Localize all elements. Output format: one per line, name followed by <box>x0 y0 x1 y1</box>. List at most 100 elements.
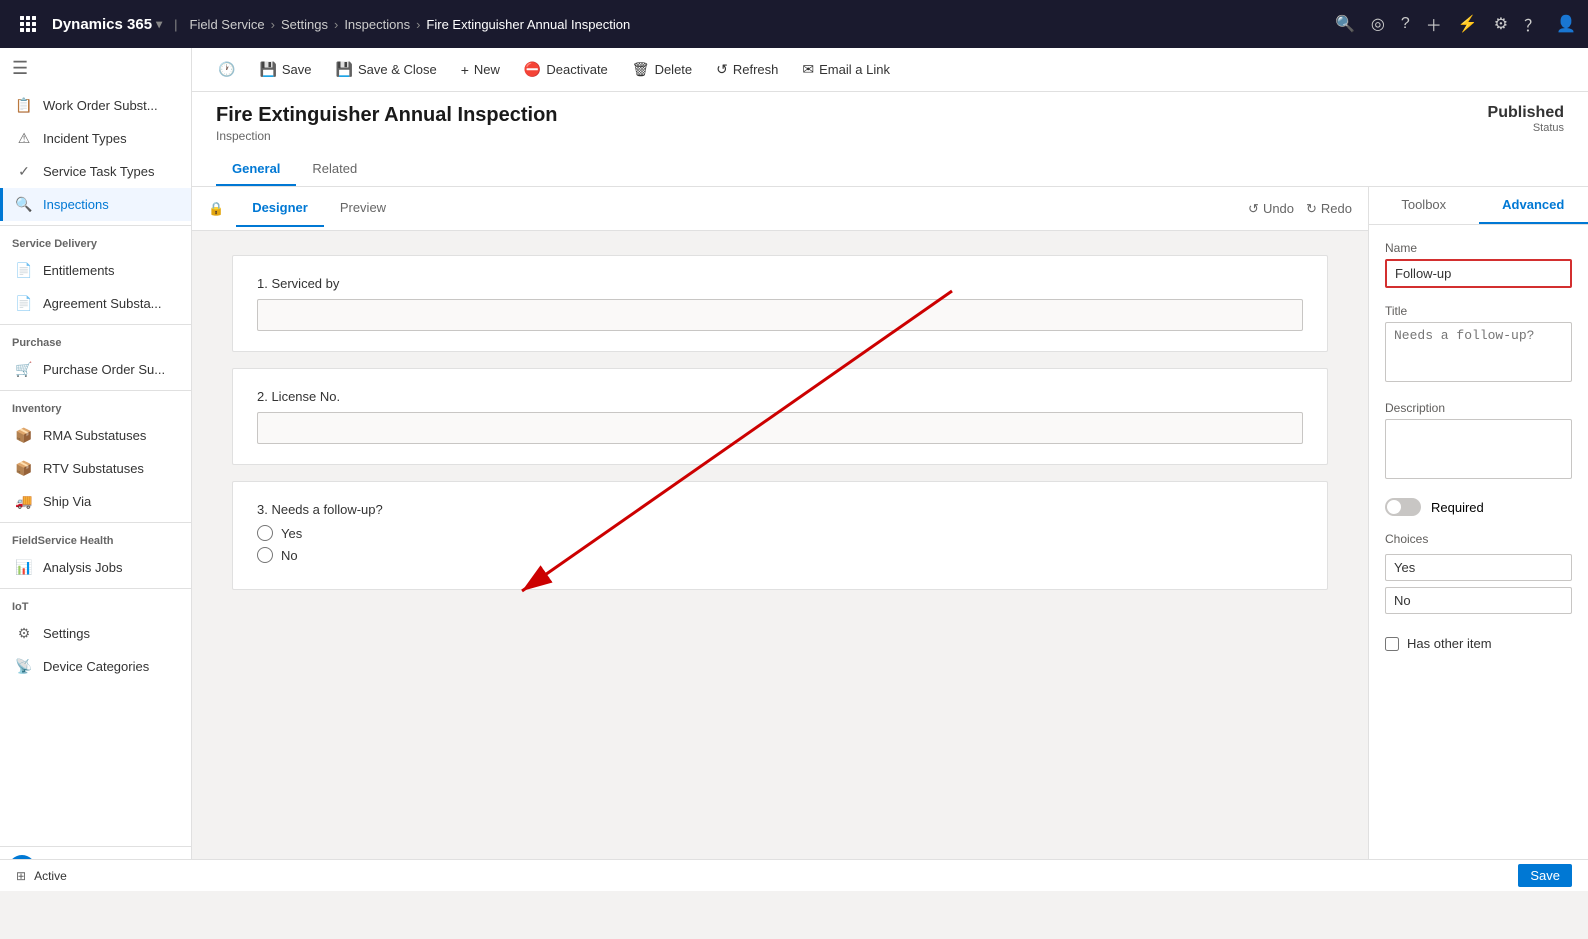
sidebar-item-inspections[interactable]: 🔍 Inspections <box>0 188 191 221</box>
form-title-area: Fire Extinguisher Annual Inspection Insp… <box>216 104 558 143</box>
has-other-item-label: Has other item <box>1407 636 1492 651</box>
sidebar-item-settings[interactable]: ⚙ Settings <box>0 617 191 650</box>
sidebar-divider <box>0 522 191 523</box>
top-navigation: Dynamics 365 ▾ | Field Service › Setting… <box>0 0 1588 48</box>
sidebar-label: Ship Via <box>43 494 91 509</box>
save-button[interactable]: 💾 Save <box>249 55 321 84</box>
question-block-3: 3. Needs a follow-up? Yes No <box>232 481 1328 590</box>
required-toggle[interactable] <box>1385 498 1421 516</box>
sidebar-item-ship-via[interactable]: 🚚 Ship Via <box>0 485 191 518</box>
tab-preview[interactable]: Preview <box>324 190 402 227</box>
sidebar-item[interactable]: 📋 Work Order Subst... <box>0 89 191 122</box>
new-button[interactable]: + New <box>451 56 510 84</box>
section-header-purchase[interactable]: Purchase <box>0 329 191 353</box>
form-tabs: General Related <box>216 153 1564 186</box>
filter-icon[interactable]: ⚡ <box>1458 14 1478 34</box>
entitlements-icon: 📄 <box>15 262 33 279</box>
radio-yes-input[interactable] <box>257 525 273 541</box>
question-2-label: 2. License No. <box>257 389 1303 404</box>
tab-related[interactable]: Related <box>296 153 373 186</box>
field-group-name: Name <box>1385 241 1572 288</box>
refresh-button[interactable]: ↺ Refresh <box>706 55 788 84</box>
plus-icon[interactable]: ＋ <box>1426 12 1442 36</box>
breadcrumb-settings[interactable]: Settings <box>281 17 328 32</box>
search-icon[interactable]: 🔍 <box>1335 14 1355 34</box>
sidebar-label: Analysis Jobs <box>43 560 122 575</box>
field-group-description: Description <box>1385 401 1572 482</box>
target-icon[interactable]: ◎ <box>1371 14 1385 34</box>
form-canvas: 1. Serviced by 2. License No. 3. Needs a… <box>192 231 1368 891</box>
chevron-down-icon: ▾ <box>156 17 162 31</box>
required-toggle-row: Required <box>1385 498 1572 516</box>
designer-area: 🔒 Designer Preview ↺ Undo ↻ Redo 1. Serv… <box>192 187 1588 891</box>
section-header-fieldservice-health[interactable]: FieldService Health <box>0 527 191 551</box>
status-bar-save-button[interactable]: Save <box>1518 864 1572 887</box>
sidebar-toggle[interactable]: ☰ <box>0 48 191 89</box>
sidebar-label: Purchase Order Su... <box>43 362 165 377</box>
history-button[interactable]: 🕐 <box>208 55 245 84</box>
redo-button[interactable]: ↻ Redo <box>1306 201 1352 217</box>
choice-yes-input[interactable] <box>1385 554 1572 581</box>
sidebar-item-rma[interactable]: 📦 RMA Substatuses <box>0 419 191 452</box>
agreement-icon: 📄 <box>15 295 33 312</box>
delete-button[interactable]: 🗑 Delete <box>622 55 702 84</box>
section-header-service-delivery[interactable]: Service Delivery <box>0 230 191 254</box>
email-link-button[interactable]: ✉ Email a Link <box>792 55 900 84</box>
waffle-menu[interactable] <box>12 8 44 40</box>
toolbox-tab-toolbox[interactable]: Toolbox <box>1369 187 1479 224</box>
sidebar-item-rtv[interactable]: 📦 RTV Substatuses <box>0 452 191 485</box>
deactivate-button[interactable]: ⛔ Deactivate <box>514 55 618 84</box>
analysis-icon: 📊 <box>15 559 33 576</box>
sidebar-label: Agreement Substa... <box>43 296 162 311</box>
title-field-input[interactable] <box>1385 322 1572 382</box>
status-label: Published <box>1488 104 1564 122</box>
save-close-button[interactable]: 💾 Save & Close <box>326 55 447 84</box>
toolbox-tabs: Toolbox Advanced <box>1369 187 1588 225</box>
choice-no-input[interactable] <box>1385 587 1572 614</box>
description-field-input[interactable] <box>1385 419 1572 479</box>
sub-tab-bar: 🔒 Designer Preview ↺ Undo ↻ Redo <box>192 187 1368 231</box>
form-status: Published Status <box>1488 104 1564 134</box>
designer-canvas-wrapper: 🔒 Designer Preview ↺ Undo ↻ Redo 1. Serv… <box>192 187 1368 891</box>
radio-option-no: No <box>257 547 1303 563</box>
toolbox-tab-advanced[interactable]: Advanced <box>1479 187 1588 224</box>
question-block-1: 1. Serviced by <box>232 255 1328 352</box>
has-other-item-checkbox[interactable] <box>1385 637 1399 651</box>
breadcrumb-field-service[interactable]: Field Service <box>190 17 265 32</box>
sidebar-item-purchase[interactable]: 🛒 Purchase Order Su... <box>0 353 191 386</box>
description-field-label: Description <box>1385 401 1572 415</box>
breadcrumb-inspections[interactable]: Inspections <box>344 17 410 32</box>
sidebar: ☰ 📋 Work Order Subst... ⚠ Incident Types… <box>0 48 192 891</box>
user-icon[interactable]: 👤 <box>1556 14 1576 34</box>
status-sublabel: Status <box>1488 122 1564 134</box>
sidebar-item-analysis[interactable]: 📊 Analysis Jobs <box>0 551 191 584</box>
undo-button[interactable]: ↺ Undo <box>1248 201 1294 217</box>
help-icon[interactable]: ？ <box>1524 12 1540 36</box>
section-header-inventory[interactable]: Inventory <box>0 395 191 419</box>
ship-via-icon: 🚚 <box>15 493 33 510</box>
choices-section: Choices <box>1385 532 1572 620</box>
section-header-iot[interactable]: IoT <box>0 593 191 617</box>
sidebar-label: Entitlements <box>43 263 115 278</box>
tab-general[interactable]: General <box>216 153 296 186</box>
toolbox-content-advanced: Name Title Description <box>1369 225 1588 891</box>
app-name[interactable]: Dynamics 365 ▾ <box>52 16 162 33</box>
gear-icon[interactable]: ⚙ <box>1494 14 1508 34</box>
device-categories-icon: 📡 <box>15 658 33 675</box>
delete-icon: 🗑 <box>632 61 650 78</box>
incident-icon: ⚠ <box>15 130 33 147</box>
sidebar-item-agreement[interactable]: 📄 Agreement Substa... <box>0 287 191 320</box>
radio-no-input[interactable] <box>257 547 273 563</box>
sidebar-item[interactable]: ⚠ Incident Types <box>0 122 191 155</box>
refresh-icon: ↺ <box>716 61 728 78</box>
question-icon[interactable]: ? <box>1401 15 1410 33</box>
new-icon: + <box>461 62 469 78</box>
sidebar-item[interactable]: ✓ Service Task Types <box>0 155 191 188</box>
sidebar-item-device-categories[interactable]: 📡 Device Categories <box>0 650 191 683</box>
question-2-input[interactable] <box>257 412 1303 444</box>
name-field-input[interactable] <box>1385 259 1572 288</box>
sidebar-label: Incident Types <box>43 131 127 146</box>
tab-designer[interactable]: Designer <box>236 190 324 227</box>
question-1-input[interactable] <box>257 299 1303 331</box>
sidebar-item-entitlements[interactable]: 📄 Entitlements <box>0 254 191 287</box>
